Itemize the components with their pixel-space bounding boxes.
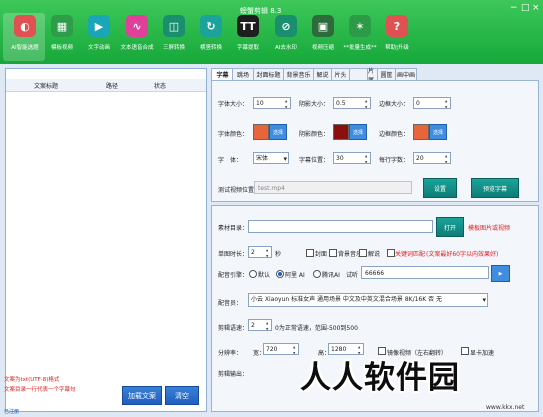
column-status[interactable]: 状态 bbox=[154, 81, 166, 90]
toolbar-item-10[interactable]: ? 帮助|升级 bbox=[375, 15, 419, 51]
position-stepper[interactable]: 30 bbox=[333, 152, 371, 165]
font-select[interactable]: 宋体 bbox=[253, 152, 289, 165]
shadow-size-label: 阴影大小： bbox=[299, 101, 330, 108]
bgm-checkbox[interactable] bbox=[329, 249, 337, 257]
speed-hint: 0为正常语速，范围-500到500 bbox=[275, 325, 358, 332]
border-color-swatch[interactable] bbox=[413, 124, 429, 140]
trial-text-input[interactable]: 66666 bbox=[361, 266, 489, 279]
load-script-button[interactable]: 加载文案 bbox=[122, 386, 162, 405]
waveform-icon: ∿ bbox=[126, 15, 148, 37]
engine-radio-default[interactable] bbox=[249, 270, 257, 278]
cover-checkbox[interactable] bbox=[306, 249, 314, 257]
font-label: 字 体： bbox=[218, 157, 243, 164]
border-size-label: 边框大小： bbox=[379, 101, 410, 108]
font-size-stepper[interactable]: 10 bbox=[253, 97, 291, 110]
narration-checkbox[interactable] bbox=[359, 249, 367, 257]
material-dir-input[interactable] bbox=[248, 220, 433, 233]
watermark-url: www.kkx.net bbox=[486, 404, 525, 411]
resolution-label: 分辨率： bbox=[218, 350, 243, 357]
top-toolbar: 螃蟹剪辑 8.3 − □ × ◐ AI智能选题 ▦ 模板视频 ▶ 文字动画 ∿ 文本语音合成 ◫… bbox=[0, 0, 543, 64]
cover-label: 封面 bbox=[315, 251, 328, 258]
shadow-color-label: 阴影颜色： bbox=[299, 131, 330, 138]
text-icon: TT bbox=[237, 15, 259, 37]
voice-select[interactable]: 小云 Xiaoyun 标准女声 通用场景 中文及中英文混合场景 8K/16K 否… bbox=[248, 293, 488, 307]
font-size-label: 字体大小： bbox=[218, 101, 249, 108]
wand-icon: ✶ bbox=[349, 15, 371, 37]
keyword-hint: (文案最好60字以内效果好) bbox=[426, 251, 499, 258]
shadow-color-swatch[interactable] bbox=[333, 124, 349, 140]
width-stepper[interactable]: 720 bbox=[263, 343, 299, 356]
column-title[interactable]: 文案标题 bbox=[34, 81, 58, 90]
border-size-stepper[interactable]: 0 bbox=[413, 97, 451, 110]
column-path[interactable]: 路径 bbox=[106, 81, 118, 90]
gpu-checkbox[interactable] bbox=[461, 347, 469, 355]
font-color-select-button[interactable]: 选择 bbox=[269, 124, 287, 140]
test-video-input[interactable]: test.mp4 bbox=[254, 181, 412, 194]
registered-link[interactable]: 已注册 bbox=[4, 408, 19, 415]
voice-label: 配音员： bbox=[218, 300, 243, 307]
engine-ali-label: 阿里 AI bbox=[285, 272, 305, 279]
single-duration-stepper[interactable]: 2 bbox=[248, 246, 272, 259]
speed-label: 剪辑语速： bbox=[218, 325, 249, 332]
screens-icon: ◫ bbox=[163, 15, 185, 37]
shadow-color-select-button[interactable]: 选择 bbox=[349, 124, 367, 140]
toolbar-item-label: 帮助|升级 bbox=[385, 45, 409, 51]
engine-tencent-label: 腾讯AI bbox=[322, 272, 340, 279]
minimize-icon[interactable]: − bbox=[510, 3, 518, 13]
rotate-icon: ↻ bbox=[200, 15, 222, 37]
set-button[interactable]: 设置 bbox=[423, 178, 457, 198]
keyword-checkbox[interactable] bbox=[387, 249, 395, 257]
line-note: 文案目录一行代表一个字幕句 bbox=[4, 387, 76, 393]
narration-label: 解说 bbox=[368, 251, 381, 258]
script-list-panel: 文案标题 路径 状态 bbox=[5, 68, 207, 412]
font-color-swatch[interactable] bbox=[253, 124, 269, 140]
open-dir-button[interactable]: 打开 bbox=[436, 217, 464, 237]
play-icon: ▶ bbox=[88, 15, 110, 37]
engine-default-label: 默认 bbox=[258, 272, 271, 279]
trial-label: 试听 bbox=[346, 272, 359, 279]
keyword-label: 关键词匹配 bbox=[395, 251, 426, 258]
single-duration-label: 单图时长： bbox=[218, 251, 249, 258]
chars-label: 每行字数： bbox=[379, 157, 410, 164]
engine-label: 配音引擎： bbox=[218, 272, 249, 279]
erase-icon: ⊘ bbox=[275, 15, 297, 37]
format-note: 文案为txt(UTF-8)格式 bbox=[4, 377, 60, 383]
subtitle-settings-panel: 字体大小： 10 阴影大小： 0.5 边框大小： 0 字体颜色： 选择 阴影颜色… bbox=[211, 80, 539, 202]
material-dir-hint: 模板图片或视频 bbox=[468, 225, 511, 232]
output-label: 剪辑输出： bbox=[218, 371, 249, 378]
watermark-text: 人人软件园 bbox=[300, 360, 460, 396]
trial-play-button[interactable]: ▶ bbox=[491, 265, 510, 282]
template-icon: ▦ bbox=[51, 15, 73, 37]
list-header: 文案标题 路径 状态 bbox=[6, 79, 206, 92]
shadow-size-stepper[interactable]: 0.5 bbox=[333, 97, 371, 110]
border-color-select-button[interactable]: 选择 bbox=[429, 124, 447, 140]
clear-button[interactable]: 清空 bbox=[165, 386, 199, 405]
compress-icon: ▣ bbox=[312, 15, 334, 37]
close-icon[interactable]: × bbox=[532, 3, 540, 13]
help-icon: ? bbox=[386, 15, 408, 37]
preview-subtitle-button[interactable]: 预览字幕 bbox=[471, 178, 519, 198]
seconds-label: 秒 bbox=[275, 251, 282, 258]
maximize-icon[interactable]: □ bbox=[521, 3, 530, 13]
speed-stepper[interactable]: 2 bbox=[248, 319, 272, 332]
engine-radio-tencent[interactable] bbox=[313, 270, 321, 278]
chars-stepper[interactable]: 20 bbox=[413, 152, 451, 165]
font-color-label: 字体颜色： bbox=[218, 131, 249, 138]
gpu-label: 显卡加速 bbox=[470, 350, 495, 357]
brain-icon: ◐ bbox=[14, 15, 36, 37]
material-dir-label: 素材目录： bbox=[218, 225, 249, 232]
border-color-label: 边框颜色： bbox=[379, 131, 410, 138]
engine-radio-ali[interactable] bbox=[276, 270, 284, 278]
position-label: 字幕位置： bbox=[299, 157, 330, 164]
